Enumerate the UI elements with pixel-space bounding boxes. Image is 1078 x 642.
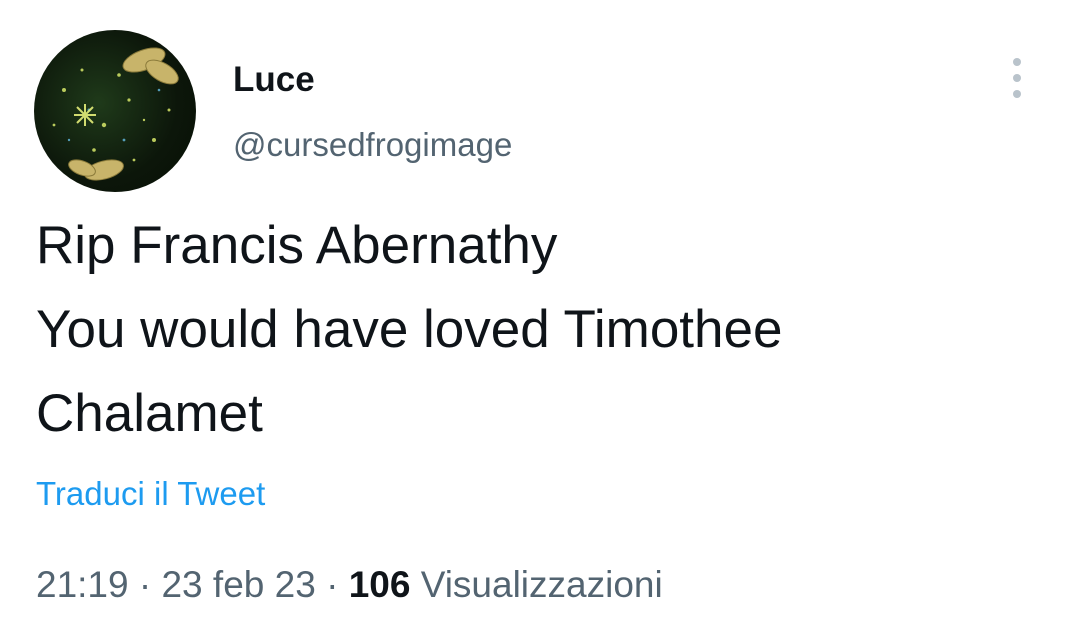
display-name[interactable]: Luce — [233, 58, 315, 102]
avatar[interactable] — [34, 30, 196, 192]
tweet-line: You would have loved Timothee — [36, 300, 783, 359]
user-handle[interactable]: @cursedfrogimage — [233, 124, 512, 166]
separator: · — [128, 564, 162, 605]
dot — [1013, 74, 1021, 82]
more-options-icon[interactable] — [1004, 58, 1030, 98]
dot — [1013, 58, 1021, 66]
tweet-date[interactable]: 23 feb 23 — [161, 564, 315, 605]
separator: · — [315, 564, 349, 605]
avatar-image — [52, 47, 179, 181]
tweet-line: Chalamet — [36, 384, 263, 443]
views-count: 106 — [348, 564, 411, 605]
tweet-line: Rip Francis Abernathy — [36, 216, 558, 275]
tweet-time[interactable]: 21:19 — [36, 564, 129, 605]
tweet-meta: 21:19 · 23 feb 23 · 106 Visualizzazioni — [36, 562, 663, 608]
views-label: Visualizzazioni — [410, 564, 663, 605]
translate-tweet-link[interactable]: Traduci il Tweet — [36, 473, 265, 515]
dot — [1013, 90, 1021, 98]
tweet-text: Rip Francis Abernathy You would have lov… — [36, 204, 1046, 456]
